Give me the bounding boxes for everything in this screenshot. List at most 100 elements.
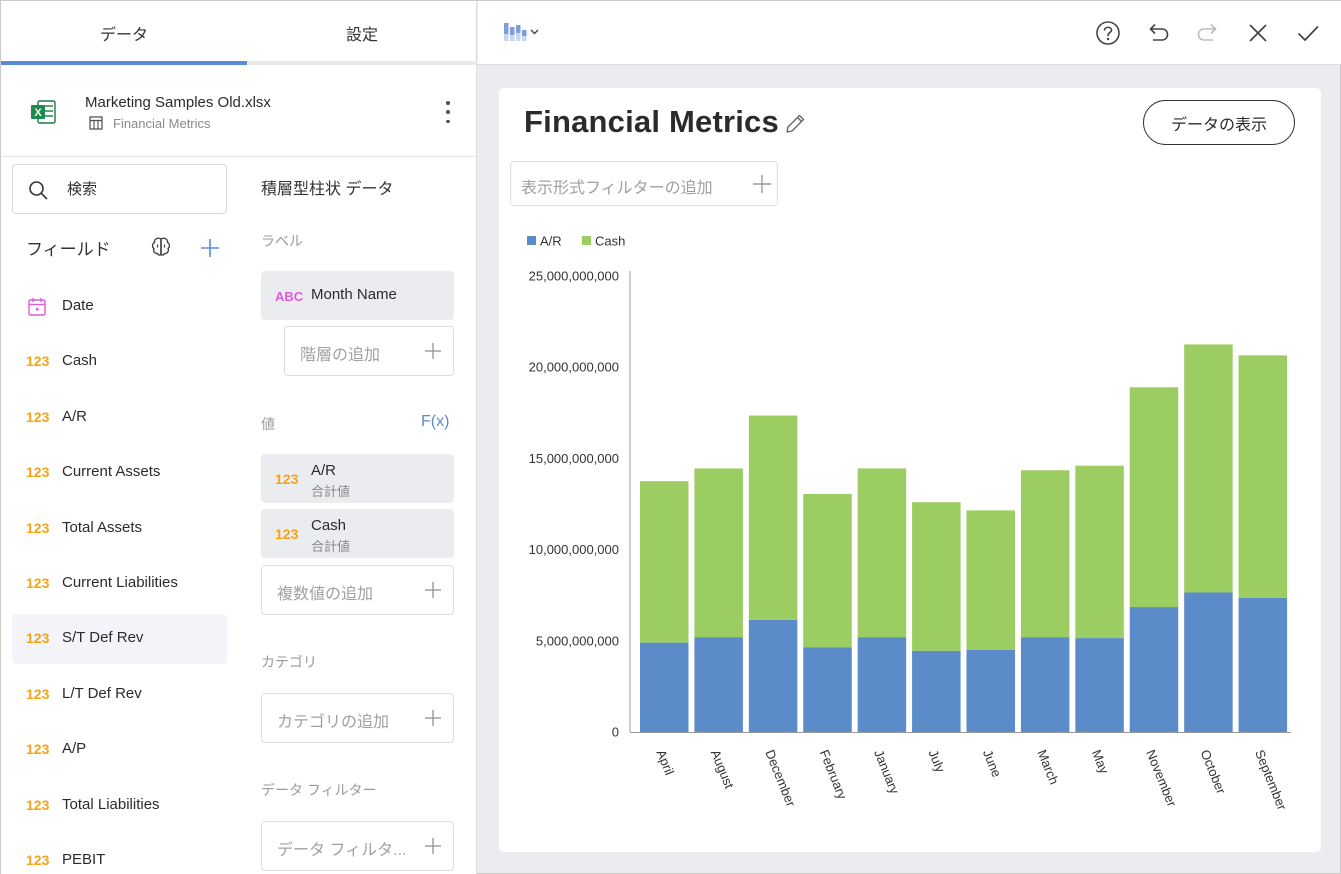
add-hierarchy-label: 階層の追加 <box>300 347 381 364</box>
close-icon[interactable] <box>1245 20 1271 46</box>
label-field-pill[interactable]: ABC Month Name <box>261 271 454 320</box>
stacked-column-chart: A/R Cash 0 5,000,000,000 10,000,000,000 15,00… <box>527 234 1291 813</box>
bar-segment <box>1184 592 1233 732</box>
field-label: Current Liabilities <box>62 574 178 591</box>
x-tick-label: October <box>1198 748 1229 797</box>
x-tick-label: January <box>871 748 902 797</box>
app-frame: データ 設定 X Marketing Samples Old.xlsx Fina <box>0 0 1341 874</box>
number-type-icon: 123 <box>26 852 50 868</box>
search-box <box>12 164 227 214</box>
undo-icon[interactable] <box>1145 20 1171 46</box>
value-field-pill[interactable]: 123 A/R 合計値 <box>261 454 454 503</box>
plus-icon <box>425 710 441 726</box>
x-tick-label: September <box>1252 748 1290 813</box>
number-type-icon: 123 <box>275 526 299 542</box>
tab-data[interactable]: データ <box>1 1 247 65</box>
legend-swatch <box>527 236 536 245</box>
data-filter-section-title: データ フィルター <box>261 782 377 798</box>
calendar-icon <box>28 298 46 316</box>
number-type-icon: 123 <box>26 353 50 369</box>
chart-type-selector-icon[interactable] <box>503 21 543 45</box>
panel-tabs: データ 設定 <box>1 1 477 65</box>
add-category-dropzone[interactable]: カテゴリの追加 <box>261 693 454 743</box>
field-label: Total Assets <box>62 519 143 536</box>
visualization-type-title: 積層型柱状 データ <box>261 181 394 198</box>
excel-icon: X <box>31 100 56 124</box>
y-tick-label: 25,000,000,000 <box>529 269 619 284</box>
bar-segment <box>748 415 798 620</box>
field-label: S/T Def Rev <box>62 629 144 646</box>
editor-toolbar <box>478 1 1341 65</box>
formula-button[interactable]: F(x) <box>421 413 449 431</box>
field-item[interactable]: 123 A/R <box>12 393 227 443</box>
bar-segment <box>694 468 743 638</box>
bar-segment <box>857 468 907 638</box>
bar-segment <box>1129 387 1179 608</box>
value-field-name: Cash <box>311 517 347 534</box>
y-tick-label: 10,000,000,000 <box>529 542 619 557</box>
search-input[interactable] <box>67 178 217 200</box>
values-section-title: 値 <box>261 416 275 432</box>
field-item[interactable]: 123 Cash <box>12 337 227 387</box>
field-item[interactable]: 123 Current Assets <box>12 448 227 498</box>
field-label: A/R <box>62 408 88 425</box>
value-field-name: A/R <box>311 462 337 479</box>
confirm-check-icon[interactable] <box>1295 20 1321 46</box>
more-options-icon[interactable] <box>439 101 457 123</box>
tab-settings[interactable]: 設定 <box>247 1 477 65</box>
x-tick-label: March <box>1034 748 1061 787</box>
bar-segment <box>966 510 1015 650</box>
legend-label: A/R <box>540 234 562 249</box>
datasource-file-name: Marketing Samples Old.xlsx <box>85 94 271 111</box>
add-data-filter-dropzone[interactable]: データ フィルタ... <box>261 821 454 871</box>
category-section-title: カテゴリ <box>261 654 317 670</box>
number-type-icon: 123 <box>26 686 50 702</box>
field-item[interactable]: 123 PEBIT <box>12 836 227 874</box>
field-item[interactable]: 123 Total Liabilities <box>12 781 227 831</box>
number-type-icon: 123 <box>26 630 50 646</box>
bar-segment <box>1238 597 1288 732</box>
bar-segment <box>966 649 1015 732</box>
field-item[interactable]: 123 A/P <box>12 725 227 775</box>
field-label: Current Assets <box>62 463 161 480</box>
label-field-name: Month Name <box>311 286 397 303</box>
plus-icon <box>425 838 441 854</box>
field-item[interactable]: 123 S/T Def Rev <box>12 614 227 664</box>
field-label: Total Liabilities <box>62 796 160 813</box>
bar-segment <box>640 642 689 732</box>
field-label: A/P <box>62 740 87 757</box>
add-field-icon[interactable] <box>199 237 221 259</box>
bar-segment <box>1129 607 1179 732</box>
number-type-icon: 123 <box>26 575 50 591</box>
x-tick-label: December <box>762 748 799 810</box>
field-item[interactable]: 123 L/T Def Rev <box>12 670 227 720</box>
add-hierarchy-dropzone[interactable]: 階層の追加 <box>284 326 454 376</box>
add-values-dropzone[interactable]: 複数値の追加 <box>261 565 454 615</box>
bar-segment <box>912 650 961 732</box>
field-item[interactable]: 123 Total Assets <box>12 504 227 554</box>
bar-segment <box>803 493 852 648</box>
label-section-title: ラベル <box>261 233 303 249</box>
add-data-filter-label: データ フィルタ... <box>277 842 407 859</box>
value-field-pill[interactable]: 123 Cash 合計値 <box>261 509 454 558</box>
field-item[interactable]: 123 Current Liabilities <box>12 559 227 609</box>
bar-segment <box>912 502 961 651</box>
bar-segment <box>1020 637 1070 732</box>
bar-segment <box>694 637 743 732</box>
redo-icon[interactable] <box>1195 20 1221 46</box>
help-icon[interactable] <box>1095 20 1121 46</box>
value-aggregation: 合計値 <box>311 539 351 554</box>
field-label: Cash <box>62 352 98 369</box>
bar-segment <box>803 647 852 732</box>
field-item[interactable]: Date <box>12 282 227 332</box>
brain-icon[interactable] <box>149 235 173 259</box>
add-category-label: カテゴリの追加 <box>277 714 390 731</box>
x-tick-label: February <box>817 748 851 802</box>
x-tick-label: November <box>1143 748 1180 810</box>
x-tick-label: May <box>1089 748 1112 777</box>
number-type-icon: 123 <box>275 471 299 487</box>
x-tick-label: July <box>926 748 949 776</box>
field-label: L/T Def Rev <box>62 685 142 702</box>
bar-segment <box>857 637 907 732</box>
text-type-icon: ABC <box>275 289 304 304</box>
